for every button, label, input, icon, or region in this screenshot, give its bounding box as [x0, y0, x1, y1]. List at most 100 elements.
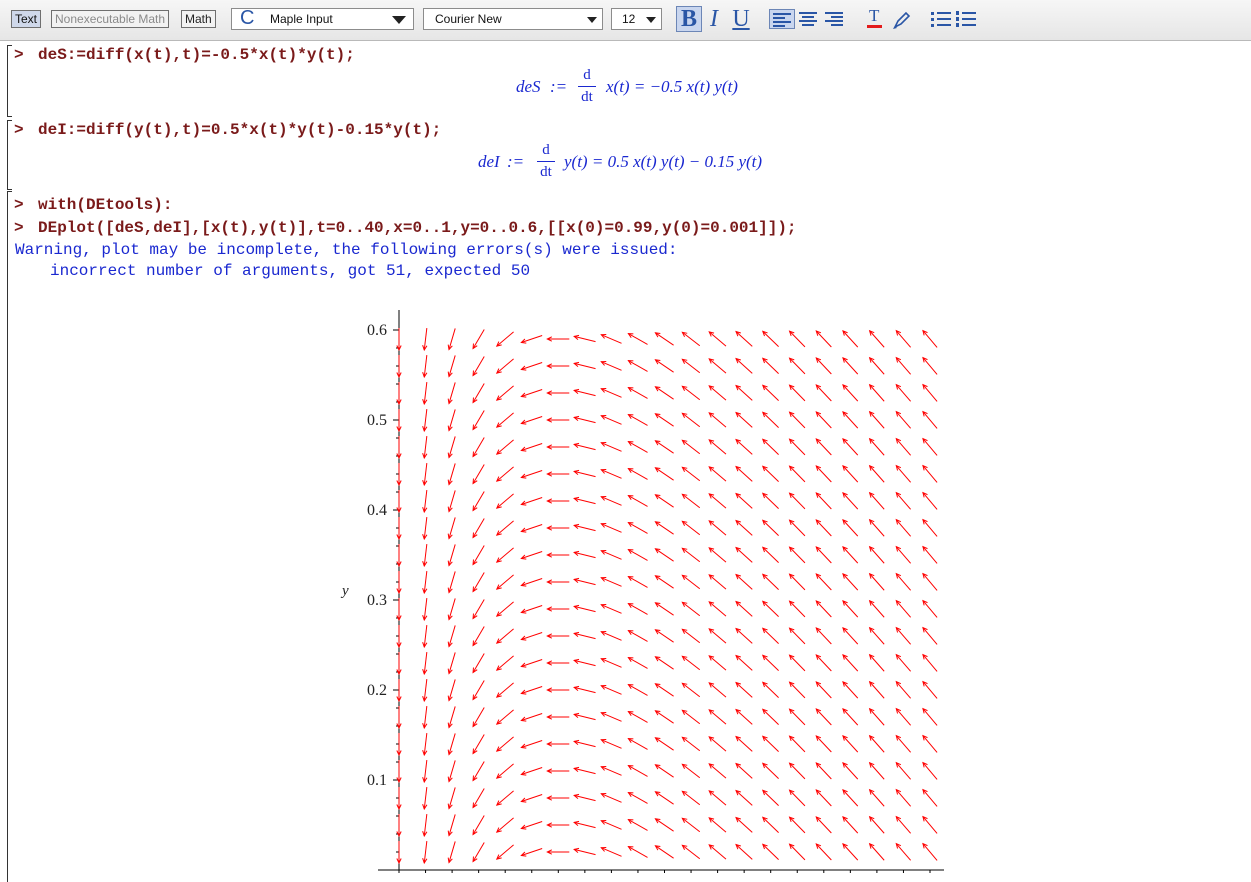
field-arrow	[868, 572, 885, 591]
align-center-icon[interactable]	[796, 9, 822, 29]
command-input[interactable]: DEplot([deS,deI],[x(t),y(t)],t=0..40,x=0…	[38, 219, 797, 237]
field-arrow	[495, 790, 514, 806]
field-arrow	[735, 438, 753, 455]
field-arrow	[520, 712, 543, 722]
command-input[interactable]: deI:=diff(y(t),t)=0.5*x(t)*y(t)-0.15*y(t…	[38, 121, 441, 139]
align-right-icon[interactable]	[822, 9, 848, 29]
field-arrow	[472, 437, 485, 458]
field-arrow	[422, 679, 428, 703]
field-arrow	[422, 571, 428, 595]
execution-group-bracket[interactable]	[7, 120, 12, 190]
field-arrow	[815, 384, 832, 402]
field-arrow	[735, 546, 753, 563]
field-arrow	[815, 519, 832, 537]
field-arrow	[788, 816, 806, 834]
field-arrow	[761, 546, 779, 564]
field-arrow	[815, 330, 832, 348]
direction-field-plot[interactable]: 0.1 0.2 0.3 0.4 0.5 0.6 y	[330, 296, 950, 873]
field-arrow	[422, 787, 428, 811]
field-arrow	[735, 681, 753, 698]
field-arrow	[520, 685, 543, 695]
field-arrow	[708, 682, 727, 698]
field-arrow	[573, 496, 596, 505]
field-arrow	[495, 331, 514, 347]
field-arrow	[842, 465, 859, 483]
field-arrow	[895, 464, 912, 483]
field-arrow	[788, 465, 806, 483]
field-arrow	[681, 736, 701, 752]
field-arrow	[422, 814, 428, 838]
field-arrow	[573, 712, 596, 721]
field-arrow	[735, 654, 753, 671]
field-arrow	[708, 439, 727, 455]
field-arrow	[546, 417, 570, 423]
field-arrow	[422, 625, 428, 649]
field-arrow	[868, 410, 885, 429]
field-arrow	[447, 463, 456, 486]
field-arrow	[654, 845, 674, 859]
field-arrow	[573, 361, 596, 370]
field-arrow	[447, 571, 456, 594]
field-arrow	[788, 384, 806, 402]
underline-button[interactable]: U	[728, 6, 754, 32]
command-input[interactable]: deS:=diff(x(t),t)=-0.5*x(t)*y(t);	[38, 46, 355, 64]
field-arrow	[708, 709, 727, 725]
highlight-icon[interactable]	[890, 8, 914, 32]
field-arrow	[627, 414, 648, 426]
field-arrow	[842, 438, 859, 456]
bold-button[interactable]: B	[676, 6, 702, 32]
field-arrow	[546, 606, 570, 612]
field-arrow	[842, 708, 859, 726]
font-size-selector[interactable]: 12	[611, 8, 662, 30]
field-arrow	[842, 384, 859, 402]
execution-group-bracket[interactable]	[7, 45, 12, 117]
field-arrow	[422, 436, 428, 460]
y-tick-label: 0.5	[367, 412, 387, 429]
field-arrow	[735, 789, 753, 806]
text-mode-button[interactable]: Text	[11, 10, 42, 28]
text-color-icon[interactable]: T	[866, 6, 884, 30]
command-input[interactable]: with(DEtools):	[38, 196, 172, 214]
align-left-icon[interactable]	[769, 9, 795, 29]
field-arrow	[895, 761, 912, 780]
field-arrow	[520, 523, 543, 533]
field-arrow	[654, 548, 674, 562]
field-arrow	[654, 575, 674, 589]
field-arrow	[708, 547, 727, 563]
math-mode-button[interactable]: Math	[181, 10, 216, 28]
field-arrow	[573, 631, 596, 640]
field-arrow	[495, 763, 514, 779]
field-arrow	[573, 847, 596, 856]
field-arrow	[815, 735, 832, 753]
field-arrow	[472, 464, 485, 485]
field-arrow	[520, 415, 543, 425]
field-arrow	[520, 847, 543, 857]
field-arrow	[842, 816, 859, 834]
execution-group-bracket[interactable]	[7, 191, 12, 882]
field-arrow	[600, 684, 622, 695]
italic-button[interactable]: I	[706, 6, 722, 32]
field-arrow	[546, 795, 570, 801]
font-selector[interactable]: Courier New	[423, 8, 603, 30]
field-arrow	[681, 547, 701, 563]
output-rhs: y(t) = 0.5 x(t) y(t) − 0.15 y(t)	[564, 152, 763, 171]
field-arrow	[761, 816, 779, 834]
field-arrow	[895, 383, 912, 402]
field-arrow	[788, 627, 806, 645]
field-arrow	[708, 331, 727, 347]
field-arrow	[681, 790, 701, 806]
style-selector[interactable]: C Maple Input	[231, 8, 414, 30]
field-arrow	[546, 390, 570, 396]
field-arrow	[627, 468, 648, 480]
field-arrow	[761, 492, 779, 510]
nonexecutable-math-mode-button[interactable]: Nonexecutable Math	[51, 10, 170, 28]
numbered-list-icon[interactable]	[954, 9, 978, 29]
field-arrow	[735, 519, 753, 536]
field-arrow	[788, 438, 806, 456]
field-arrow	[681, 520, 701, 536]
bullet-list-icon[interactable]	[929, 9, 953, 29]
field-arrow	[815, 627, 832, 645]
field-arrow	[842, 762, 859, 780]
field-arrow	[627, 441, 648, 453]
field-arrow	[842, 357, 859, 375]
